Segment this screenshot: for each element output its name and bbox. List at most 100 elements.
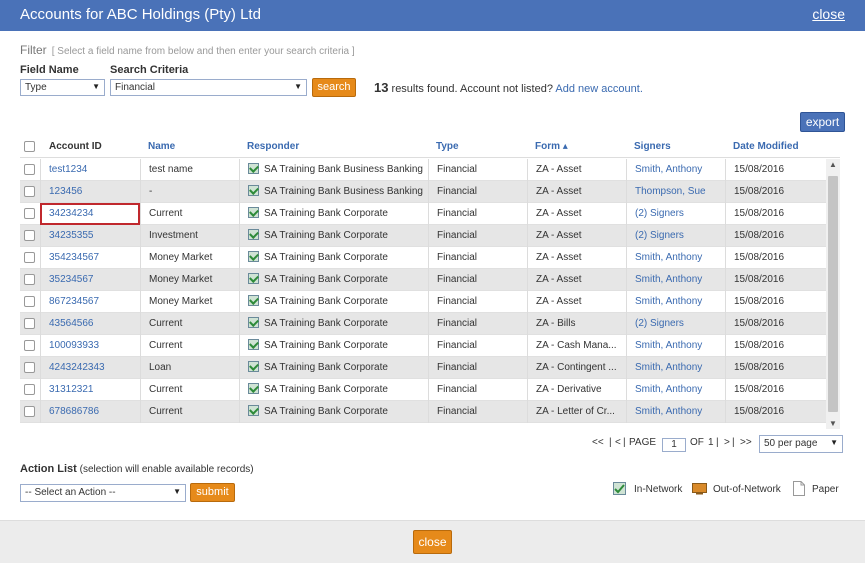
account-id-cell-text[interactable]: 100093933	[49, 340, 99, 351]
column-form[interactable]: Form ▴	[535, 141, 568, 152]
account-id-cell[interactable]: test1234	[40, 159, 140, 181]
account-id-cell-text[interactable]: 123456	[49, 186, 82, 197]
column-name[interactable]: Name	[148, 141, 175, 152]
signers-cell[interactable]: Smith, Anthony	[626, 247, 725, 269]
row-checkbox[interactable]	[24, 296, 35, 307]
signers-cell[interactable]: Smith, Anthony	[626, 291, 725, 313]
signers-cell[interactable]: (2) Signers	[626, 225, 725, 247]
signers-cell[interactable]: (2) Signers	[626, 313, 725, 335]
account-id-cell[interactable]: 123456	[40, 181, 140, 203]
table-row[interactable]: 31312321 Current SA Training Bank Corporat…	[20, 379, 826, 401]
action-select[interactable]: -- Select an Action -- ▼	[20, 484, 186, 502]
footer-close-button[interactable]: close	[413, 530, 452, 554]
column-type[interactable]: Type	[436, 141, 459, 152]
field-name-select[interactable]: Type ▼	[20, 79, 105, 96]
pager-next[interactable]: >	[724, 437, 730, 448]
column-date-modified[interactable]: Date Modified	[733, 141, 799, 152]
account-id-cell-text[interactable]: test1234	[49, 164, 87, 175]
account-id-cell-text[interactable]: 678686786	[49, 406, 99, 417]
export-button[interactable]: export	[800, 112, 845, 132]
account-id-cell-text[interactable]: 43564566	[49, 318, 94, 329]
row-checkbox[interactable]	[24, 230, 35, 241]
signers-cell-text[interactable]: (2) Signers	[635, 230, 684, 241]
signers-cell-text[interactable]: Smith, Anthony	[635, 406, 702, 417]
signers-cell-text[interactable]: Smith, Anthony	[635, 252, 702, 263]
submit-button[interactable]: submit	[190, 483, 235, 502]
pager-prev[interactable]: <	[615, 437, 621, 448]
column-account-id[interactable]: Account ID	[49, 141, 102, 152]
account-id-cell-text[interactable]: 867234567	[49, 296, 99, 307]
close-link[interactable]: close	[812, 6, 845, 22]
table-row[interactable]: 34235355 Investment SA Training Bank Corpo…	[20, 225, 826, 247]
table-row[interactable]: 34234234 Current SA Training Bank Corporat…	[20, 203, 826, 225]
search-criteria-select[interactable]: Financial ▼	[110, 79, 307, 96]
per-page-select[interactable]: 50 per page ▼	[759, 435, 843, 453]
signers-cell-text[interactable]: (2) Signers	[635, 318, 684, 329]
pager-sep: |	[609, 437, 612, 448]
signers-cell[interactable]: Smith, Anthony	[626, 159, 725, 181]
responder-cell: SA Training Bank Corporate	[239, 335, 428, 357]
account-id-cell[interactable]: 678686786	[40, 401, 140, 423]
table-row[interactable]: 43564566 Current SA Training Bank Corporat…	[20, 313, 826, 335]
select-all-checkbox[interactable]	[24, 141, 35, 152]
row-checkbox[interactable]	[24, 384, 35, 395]
signers-cell-text[interactable]: Smith, Anthony	[635, 164, 702, 175]
account-id-cell[interactable]: 4243242343	[40, 357, 140, 379]
signers-cell[interactable]: Smith, Anthony	[626, 335, 725, 357]
account-id-cell-text[interactable]: 4243242343	[49, 362, 105, 373]
signers-cell-text[interactable]: Smith, Anthony	[635, 362, 702, 373]
row-checkbox[interactable]	[24, 274, 35, 285]
table-row[interactable]: 354234567 Money Market SA Training Bank Co…	[20, 247, 826, 269]
scroll-thumb[interactable]	[828, 176, 838, 412]
account-id-cell-text[interactable]: 34235355	[49, 230, 94, 241]
row-checkbox[interactable]	[24, 406, 35, 417]
account-id-cell-text[interactable]: 31312321	[49, 384, 94, 395]
table-row[interactable]: 4243242343 Loan SA Training Bank Corporate…	[20, 357, 826, 379]
row-checkbox[interactable]	[24, 362, 35, 373]
signers-cell[interactable]: Smith, Anthony	[626, 357, 725, 379]
page-number-input[interactable]: 1	[662, 438, 686, 452]
search-button[interactable]: search	[312, 78, 356, 97]
row-checkbox[interactable]	[24, 208, 35, 219]
table-row[interactable]: 35234567 Money Market SA Training Bank Cor…	[20, 269, 826, 291]
account-id-cell-text[interactable]: 354234567	[49, 252, 99, 263]
name-cell-text: Money Market	[149, 252, 213, 263]
signers-cell[interactable]: (2) Signers	[626, 203, 725, 225]
signers-cell[interactable]: Thompson, Sue	[626, 181, 725, 203]
signers-cell[interactable]: Smith, Anthony	[626, 269, 725, 291]
signers-cell[interactable]: Smith, Anthony	[626, 401, 725, 423]
account-id-cell[interactable]: 35234567	[40, 269, 140, 291]
scroll-up-icon[interactable]: ▲	[829, 160, 837, 169]
signers-cell-text[interactable]: Smith, Anthony	[635, 296, 702, 307]
table-row[interactable]: 123456 - SA Training Bank Business Banking…	[20, 181, 826, 203]
signers-cell[interactable]: Smith, Anthony	[626, 379, 725, 401]
row-checkbox[interactable]	[24, 164, 35, 175]
column-responder[interactable]: Responder	[247, 141, 299, 152]
row-checkbox[interactable]	[24, 340, 35, 351]
table-row[interactable]: 678686786 Current SA Training Bank Corpora…	[20, 401, 826, 423]
account-id-cell[interactable]: 43564566	[40, 313, 140, 335]
signers-cell-text[interactable]: Smith, Anthony	[635, 274, 702, 285]
account-id-cell-text[interactable]: 35234567	[49, 274, 94, 285]
signers-cell-text[interactable]: (2) Signers	[635, 208, 684, 219]
signers-cell-text[interactable]: Thompson, Sue	[635, 186, 706, 197]
pager-first[interactable]: <<	[592, 437, 604, 448]
row-checkbox[interactable]	[24, 186, 35, 197]
row-checkbox[interactable]	[24, 318, 35, 329]
pager-last[interactable]: >>	[740, 437, 752, 448]
account-id-cell[interactable]: 100093933	[40, 335, 140, 357]
account-id-cell[interactable]: 34235355	[40, 225, 140, 247]
account-id-cell[interactable]: 354234567	[40, 247, 140, 269]
signers-cell-text[interactable]: Smith, Anthony	[635, 340, 702, 351]
grid-scrollbar[interactable]: ▲ ▼	[826, 159, 840, 429]
signers-cell-text[interactable]: Smith, Anthony	[635, 384, 702, 395]
account-id-cell[interactable]: 867234567	[40, 291, 140, 313]
account-id-cell[interactable]: 31312321	[40, 379, 140, 401]
table-row[interactable]: 100093933 Current SA Training Bank Corpora…	[20, 335, 826, 357]
table-row[interactable]: test1234 test name SA Training Bank Busine…	[20, 159, 826, 181]
table-row[interactable]: 867234567 Money Market SA Training Bank Co…	[20, 291, 826, 313]
row-checkbox[interactable]	[24, 252, 35, 263]
column-signers[interactable]: Signers	[634, 141, 671, 152]
scroll-down-icon[interactable]: ▼	[829, 419, 837, 428]
add-new-account-link[interactable]: Add new account.	[555, 83, 642, 95]
